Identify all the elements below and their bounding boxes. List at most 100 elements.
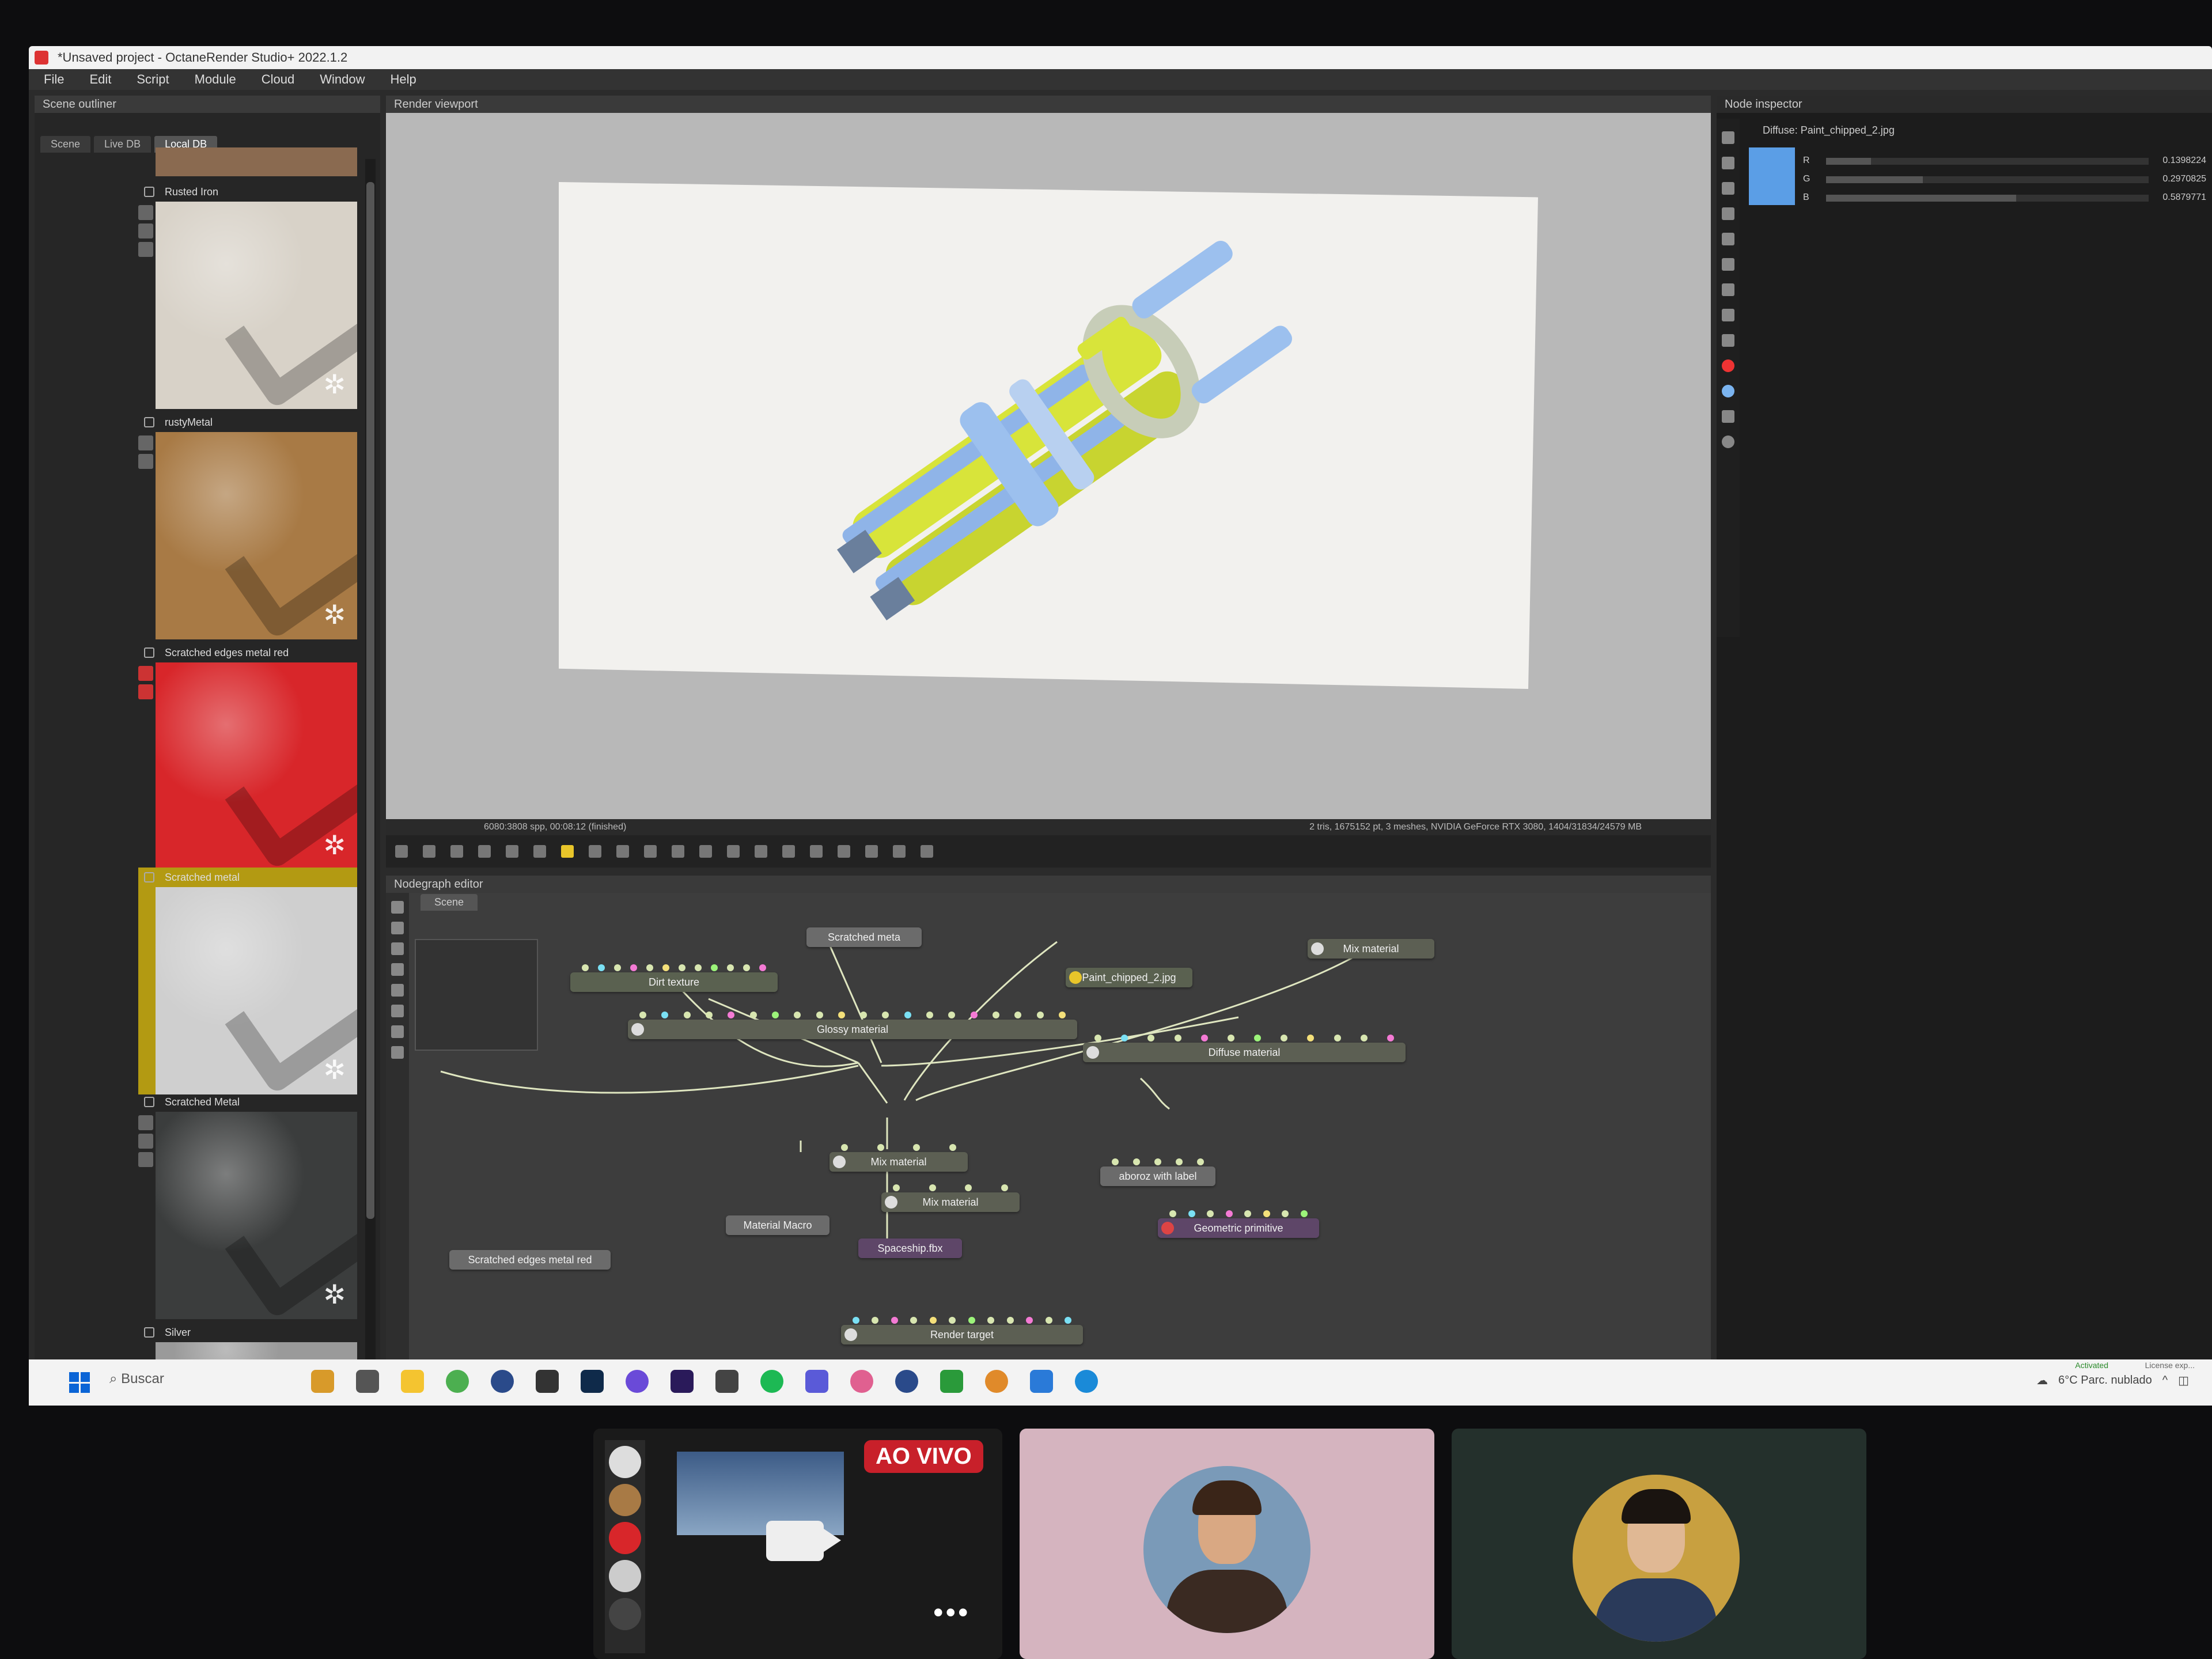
messenger-icon[interactable] [626,1370,649,1393]
node-diffuse-material[interactable]: Diffuse material [1083,1035,1406,1062]
red-ball-icon[interactable] [1722,359,1734,372]
windows-start-icon[interactable] [69,1372,90,1393]
move-icon[interactable] [865,845,878,858]
network-icon[interactable]: ◫ [2178,1373,2189,1388]
image-icon[interactable] [1722,410,1734,423]
grid-icon[interactable] [1722,334,1734,347]
focus-picker-icon[interactable] [672,845,684,858]
restart-icon[interactable] [506,845,518,858]
blender-like-icon[interactable] [715,1370,738,1393]
blue-ball-icon[interactable] [1722,385,1734,397]
briefcase-icon[interactable] [311,1370,334,1393]
link-icon[interactable] [391,984,404,997]
node-glossy-material[interactable]: Glossy material [628,1012,1077,1039]
channel-g[interactable]: G 0.2970825 [1803,172,2206,188]
menu-help[interactable]: Help [391,72,416,87]
menu-edit[interactable]: Edit [89,72,111,87]
texture-icon[interactable] [391,963,404,976]
material-item[interactable]: rustyMetal ✲ [138,412,357,639]
subsample-icon[interactable] [782,845,795,858]
node-icon[interactable] [1722,157,1734,169]
lightning-icon[interactable] [589,845,601,858]
frame-icon[interactable] [391,942,404,955]
more-options-icon[interactable]: ••• [933,1596,971,1629]
slack-icon[interactable] [850,1370,873,1393]
menu-module[interactable]: Module [195,72,236,87]
menu-cloud[interactable]: Cloud [262,72,294,87]
mail-icon[interactable] [1030,1370,1053,1393]
pause-icon[interactable] [533,845,546,858]
color-swatch[interactable] [1749,147,1795,205]
geometry-icon[interactable] [391,1046,404,1059]
outliner-scrollbar[interactable] [365,159,376,1369]
play-icon[interactable] [561,845,574,858]
spotify-icon[interactable] [760,1370,783,1393]
material-item[interactable]: Scratched edges metal red ✲ [138,643,357,870]
color-wheel-icon[interactable] [450,845,463,858]
material-item[interactable] [138,147,357,176]
node-geometric-primitive[interactable]: Geometric primitive [1158,1210,1319,1238]
material-item[interactable]: Scratched Metal ✲ [138,1092,357,1319]
premiere-icon[interactable] [671,1370,694,1393]
pin-icon[interactable] [1722,131,1734,144]
photoshop-icon[interactable] [581,1370,604,1393]
region-icon[interactable] [616,845,629,858]
task-view-icon[interactable] [356,1370,379,1393]
node-scratched-edges[interactable]: Scratched edges metal red [449,1250,611,1270]
node-mix-material-2[interactable]: Mix material [881,1184,1020,1212]
node-paint-chipped-texture[interactable]: Paint_chipped_2.jpg [1066,968,1192,987]
decal-icon[interactable] [810,845,823,858]
material-picker-icon[interactable] [644,845,657,858]
node-dirt-texture[interactable]: Dirt texture [570,964,778,992]
edge-icon[interactable] [1075,1370,1098,1393]
camera-icon[interactable] [395,845,408,858]
pick-icon[interactable] [423,845,435,858]
nodegraph-tab-scene[interactable]: Scene [421,894,478,911]
chevron-up-icon[interactable]: ^ [2162,1374,2168,1387]
channel-r[interactable]: R 0.1398224 [1803,153,2206,169]
camera-icon[interactable] [766,1521,841,1561]
steam-icon[interactable] [491,1370,514,1393]
file-explorer-icon[interactable] [401,1370,424,1393]
material-item[interactable]: Silver [138,1323,357,1365]
node-material-macro[interactable]: Material Macro [726,1215,830,1235]
camera-icon[interactable] [1722,182,1734,195]
node-mix-material-top[interactable]: Mix material [1308,939,1434,959]
lock-icon[interactable] [727,845,740,858]
xbox-icon[interactable] [940,1370,963,1393]
weather-icon[interactable]: ☁ [2036,1373,2048,1388]
environment-icon[interactable] [1722,283,1734,296]
weather-text[interactable]: 6°C Parc. nublado [2058,1374,2152,1387]
clay-icon[interactable] [755,845,767,858]
menu-window[interactable]: Window [320,72,365,87]
fit-icon[interactable] [921,845,933,858]
nodegraph-editor[interactable]: Nodegraph editor Scene Dirt texture Scra… [386,876,1711,1394]
chrome-icon[interactable] [446,1370,469,1393]
sphere-icon[interactable] [1722,309,1734,321]
material-item[interactable]: Rusted Iron ✲ [138,182,357,409]
circle-icon[interactable] [1722,435,1734,448]
node-aboroz[interactable]: aboroz with label [1100,1158,1215,1186]
stop-icon[interactable] [478,845,491,858]
material-icon[interactable] [1722,233,1734,245]
image-icon[interactable] [391,1025,404,1038]
octane-icon[interactable] [536,1370,559,1393]
scrollbar-thumb[interactable] [366,182,374,1219]
node-spaceship-fbx[interactable]: Spaceship.fbx [858,1238,962,1258]
teams-icon[interactable] [805,1370,828,1393]
taskbar-search[interactable]: ⌕ Buscar [109,1371,164,1387]
node-scratched-metal[interactable]: Scratched meta [806,927,922,947]
white-balance-icon[interactable] [699,845,712,858]
zoom-icon[interactable] [838,845,850,858]
material-item-selected[interactable]: Scratched metal ✲ [138,868,357,1094]
light-icon[interactable] [1722,207,1734,220]
settings-gear-icon[interactable] [985,1370,1008,1393]
nodegraph-minimap[interactable] [415,939,538,1051]
grid-icon[interactable] [391,922,404,934]
app-icon[interactable] [895,1370,918,1393]
node-render-target[interactable]: Render target [841,1317,1083,1344]
tab-scene[interactable]: Scene [40,136,91,153]
channel-b[interactable]: B 0.5879771 [1803,190,2206,206]
menu-script[interactable]: Script [137,72,169,87]
material-icon[interactable] [391,1005,404,1017]
